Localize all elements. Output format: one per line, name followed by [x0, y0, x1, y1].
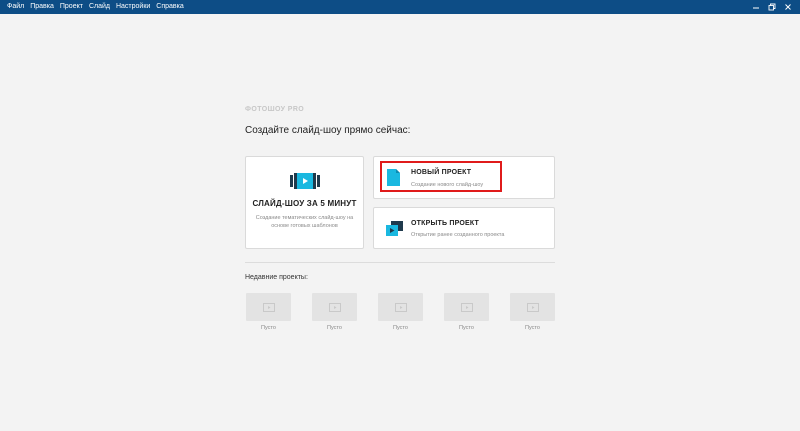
recent-project-label: Пусто: [525, 325, 540, 331]
recent-project-label: Пусто: [327, 325, 342, 331]
recent-project-thumbnail: [510, 293, 555, 321]
title-bar: Файл Правка Проект Слайд Настройки Справ…: [0, 0, 800, 14]
recent-project-thumbnail: [246, 293, 291, 321]
menu-bar: Файл Правка Проект Слайд Настройки Справ…: [0, 0, 187, 14]
recent-project-slot[interactable]: Пусто: [246, 293, 291, 331]
minimize-icon: [753, 7, 759, 9]
restore-icon: [768, 3, 776, 11]
slideshow-5-min-card[interactable]: СЛАЙД-ШОУ ЗА 5 МИНУТ Создание тематическ…: [245, 156, 364, 249]
menu-slide[interactable]: Слайд: [86, 0, 113, 14]
recent-project-thumbnail: [378, 293, 423, 321]
open-project-card[interactable]: ОТКРЫТЬ ПРОЕКТ Открытие ранее созданного…: [373, 207, 555, 249]
film-placeholder-icon: [262, 302, 275, 312]
menu-file[interactable]: Файл: [4, 0, 27, 14]
open-project-description: Открытие ранее созданного проекта: [411, 232, 505, 238]
app-logo: ФОТОШОУ PRO: [245, 106, 305, 113]
new-project-card[interactable]: НОВЫЙ ПРОЕКТ Создание нового слайд-шоу: [373, 156, 555, 199]
menu-edit[interactable]: Правка: [27, 0, 57, 14]
recent-project-label: Пусто: [459, 325, 474, 331]
menu-project[interactable]: Проект: [57, 0, 86, 14]
recent-project-slot[interactable]: Пусто: [378, 293, 423, 331]
menu-settings[interactable]: Настройки: [113, 0, 153, 14]
recent-projects-heading: Недавние проекты:: [245, 274, 308, 281]
filmstrip-play-icon: [290, 173, 320, 189]
slideshow-5-min-description: Создание тематических слайд-шоу на основ…: [255, 215, 354, 229]
page-heading: Создайте слайд-шоу прямо сейчас:: [245, 125, 411, 136]
close-icon: [785, 4, 791, 10]
new-project-title: НОВЫЙ ПРОЕКТ: [411, 169, 472, 176]
film-placeholder-icon: [394, 302, 407, 312]
section-divider: [245, 262, 555, 263]
minimize-button[interactable]: [748, 0, 764, 14]
menu-help[interactable]: Справка: [153, 0, 186, 14]
recent-project-slot[interactable]: Пусто: [510, 293, 555, 331]
open-project-title: ОТКРЫТЬ ПРОЕКТ: [411, 220, 480, 227]
new-file-icon: [387, 169, 400, 186]
film-placeholder-icon: [328, 302, 341, 312]
window-controls: [748, 0, 796, 14]
recent-project-thumbnail: [444, 293, 489, 321]
recent-projects-list: Пусто Пусто Пусто Пусто Пусто: [246, 293, 556, 338]
restore-button[interactable]: [764, 0, 780, 14]
close-button[interactable]: [780, 0, 796, 14]
open-project-icon: [386, 221, 403, 236]
recent-project-slot[interactable]: Пусто: [444, 293, 489, 331]
film-placeholder-icon: [460, 302, 473, 312]
slideshow-5-min-title: СЛАЙД-ШОУ ЗА 5 МИНУТ: [252, 199, 357, 208]
new-project-description: Создание нового слайд-шоу: [411, 182, 484, 188]
film-placeholder-icon: [526, 302, 539, 312]
recent-project-slot[interactable]: Пусто: [312, 293, 357, 331]
recent-project-thumbnail: [312, 293, 357, 321]
recent-project-label: Пусто: [261, 325, 276, 331]
recent-project-label: Пусто: [393, 325, 408, 331]
